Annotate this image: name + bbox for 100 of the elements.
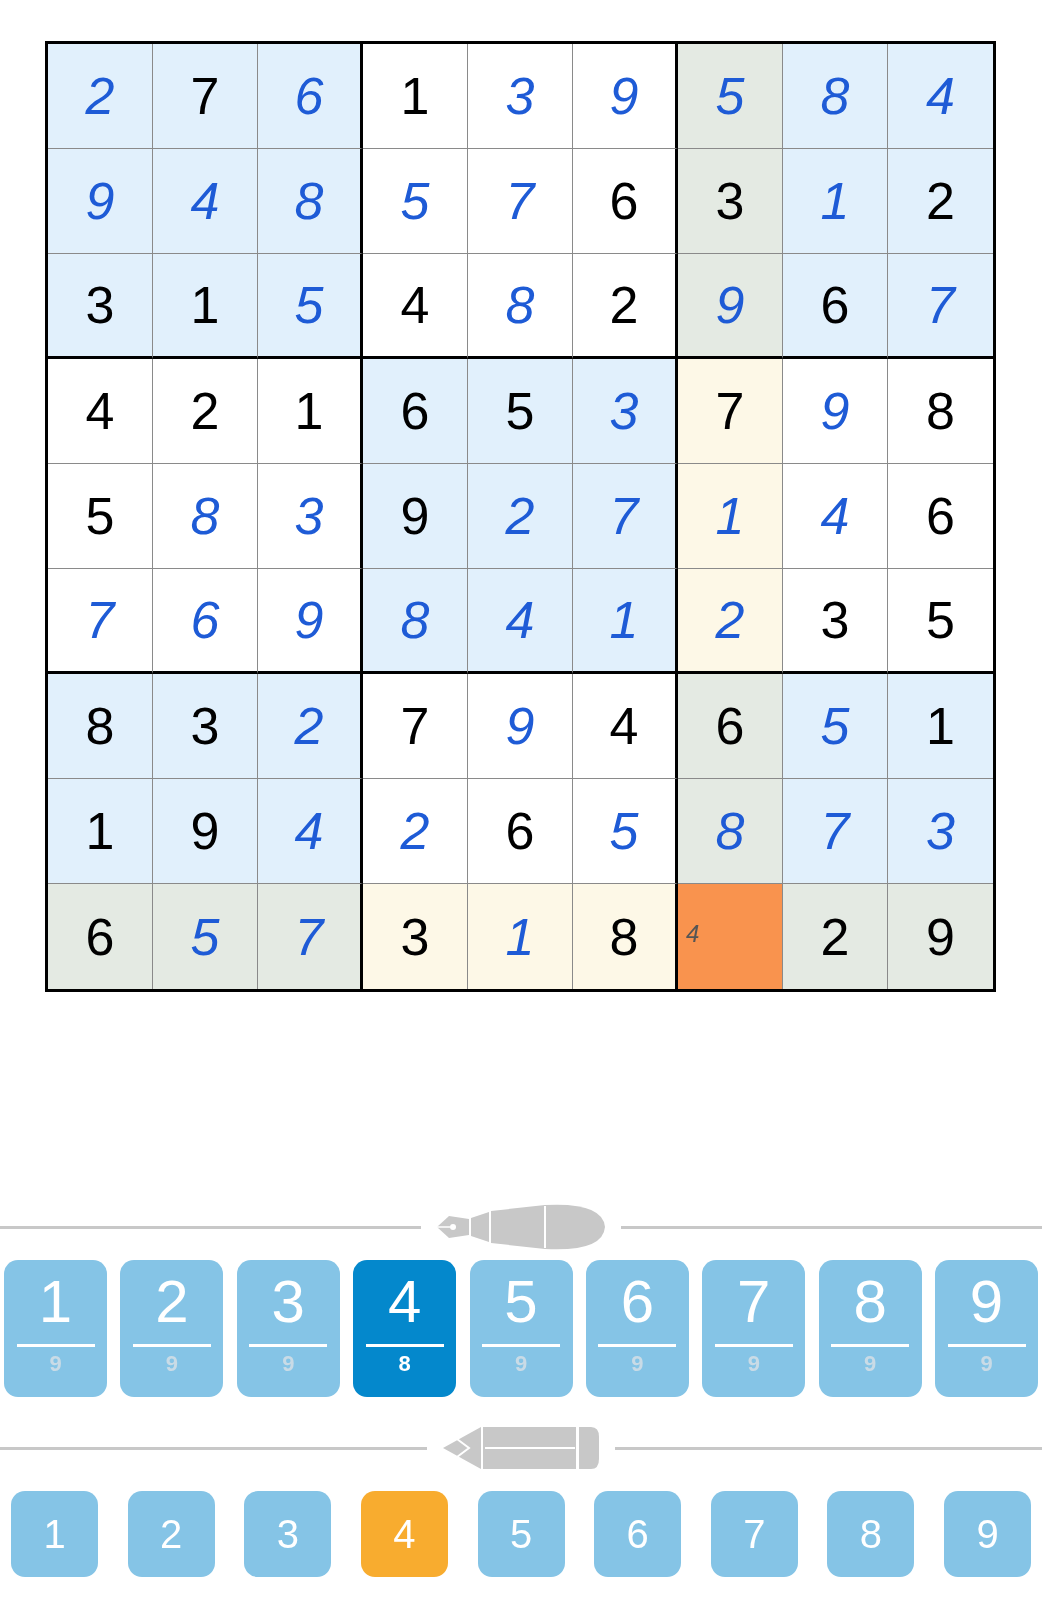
grid-cell[interactable]: 2 [573, 254, 678, 359]
grid-cell[interactable]: 7 [573, 464, 678, 569]
grid-cell[interactable]: 2 [678, 569, 783, 674]
grid-cell[interactable]: 5 [783, 674, 888, 779]
grid-cell[interactable]: 3 [888, 779, 993, 884]
cell-digit: 7 [926, 279, 955, 331]
grid-cell[interactable]: 2 [258, 674, 363, 779]
grid-cell[interactable]: 8 [363, 569, 468, 674]
grid-cell[interactable]: 7 [153, 44, 258, 149]
grid-cell[interactable]: 8 [153, 464, 258, 569]
grid-cell[interactable]: 4 [573, 674, 678, 779]
grid-cell[interactable]: 5 [573, 779, 678, 884]
grid-cell[interactable]: 3 [48, 254, 153, 359]
grid-cell[interactable]: 8 [783, 44, 888, 149]
grid-cell[interactable]: 7 [783, 779, 888, 884]
grid-cell[interactable]: 1 [783, 149, 888, 254]
grid-cell[interactable]: 1 [363, 44, 468, 149]
grid-cell[interactable]: 6 [363, 359, 468, 464]
grid-cell[interactable]: 6 [153, 569, 258, 674]
grid-cell[interactable]: 3 [573, 359, 678, 464]
grid-cell[interactable]: 1 [678, 464, 783, 569]
grid-cell[interactable]: 1 [258, 359, 363, 464]
grid-cell[interactable]: 4 [258, 779, 363, 884]
grid-cell[interactable]: 5 [258, 254, 363, 359]
grid-cell[interactable]: 8 [678, 779, 783, 884]
grid-cell[interactable]: 9 [783, 359, 888, 464]
grid-cell[interactable]: 1 [888, 674, 993, 779]
cell-digit: 5 [820, 700, 850, 752]
cell-digit: 8 [85, 700, 115, 752]
grid-cell[interactable]: 7 [468, 149, 573, 254]
grid-cell[interactable]: 7 [48, 569, 153, 674]
grid-cell[interactable]: 9 [468, 674, 573, 779]
grid-cell[interactable]: 8 [48, 674, 153, 779]
cell-digit: 5 [190, 910, 220, 963]
cell-digit: 2 [926, 175, 955, 227]
grid-cell[interactable]: 4 [888, 44, 993, 149]
cell-digit: 1 [609, 594, 639, 646]
grid-cell[interactable]: 5 [678, 44, 783, 149]
grid-cell[interactable]: 4 [363, 254, 468, 359]
grid-cell[interactable]: 2 [783, 884, 888, 989]
cell-digit: 7 [609, 490, 639, 542]
cell-digit: 9 [85, 175, 115, 227]
cell-digit: 6 [926, 490, 955, 542]
grid-cell[interactable]: 7 [888, 254, 993, 359]
grid-cell[interactable]: 8 [468, 254, 573, 359]
grid-cell[interactable]: 2 [48, 44, 153, 149]
grid-cell[interactable]: 2 [153, 359, 258, 464]
grid-cell[interactable]: 4 [678, 884, 783, 989]
grid-cell[interactable]: 4 [153, 149, 258, 254]
grid-cell[interactable]: 5 [363, 149, 468, 254]
grid-cell[interactable]: 8 [258, 149, 363, 254]
grid-cell[interactable]: 7 [363, 674, 468, 779]
grid-cell[interactable]: 6 [783, 254, 888, 359]
grid-cell[interactable]: 1 [48, 779, 153, 884]
cell-digit: 2 [190, 385, 220, 437]
grid-cell[interactable]: 8 [573, 884, 678, 989]
grid-cell[interactable]: 6 [468, 779, 573, 884]
cell-digit: 2 [715, 594, 745, 646]
digit-button[interactable]: 4 8 [353, 1260, 457, 1397]
grid-cell[interactable]: 2 [888, 149, 993, 254]
grid-cell[interactable]: 6 [258, 44, 363, 149]
grid-cell[interactable]: 6 [573, 149, 678, 254]
cell-digit: 7 [400, 700, 430, 752]
grid-cell[interactable]: 9 [258, 569, 363, 674]
grid-cell[interactable]: 3 [363, 884, 468, 989]
grid-cell[interactable]: 7 [678, 359, 783, 464]
grid-cell[interactable]: 4 [48, 359, 153, 464]
grid-cell[interactable]: 1 [468, 884, 573, 989]
grid-cell[interactable]: 6 [48, 884, 153, 989]
grid-cell[interactable]: 1 [573, 569, 678, 674]
cell-digit: 3 [715, 175, 745, 227]
grid-cell[interactable]: 3 [258, 464, 363, 569]
grid-cell[interactable]: 3 [783, 569, 888, 674]
grid-cell[interactable]: 4 [783, 464, 888, 569]
grid-cell[interactable]: 5 [48, 464, 153, 569]
cell-digit: 7 [85, 594, 115, 646]
grid-cell[interactable]: 3 [153, 674, 258, 779]
grid-cell[interactable]: 2 [468, 464, 573, 569]
grid-cell[interactable]: 9 [573, 44, 678, 149]
cell-digit: 1 [190, 279, 220, 331]
grid-cell[interactable]: 9 [48, 149, 153, 254]
grid-cell[interactable]: 5 [153, 884, 258, 989]
grid-cell[interactable]: 3 [678, 149, 783, 254]
grid-cell[interactable]: 6 [678, 674, 783, 779]
grid-cell[interactable]: 7 [258, 884, 363, 989]
grid-cell[interactable]: 2 [363, 779, 468, 884]
grid-cell[interactable]: 9 [888, 884, 993, 989]
cell-digit: 5 [926, 594, 955, 646]
cell-digit: 1 [294, 385, 324, 437]
grid-cell[interactable]: 1 [153, 254, 258, 359]
grid-cell[interactable]: 9 [678, 254, 783, 359]
cell-digit: 6 [400, 385, 430, 437]
cell-digit: 3 [926, 805, 955, 857]
cell-digit: 5 [505, 385, 535, 437]
grid-cell[interactable]: 3 [468, 44, 573, 149]
grid-cell[interactable]: 9 [153, 779, 258, 884]
grid-cell[interactable]: 9 [363, 464, 468, 569]
grid-cell[interactable]: 5 [468, 359, 573, 464]
grid-cell[interactable]: 4 [468, 569, 573, 674]
cell-digit: 8 [400, 594, 430, 646]
